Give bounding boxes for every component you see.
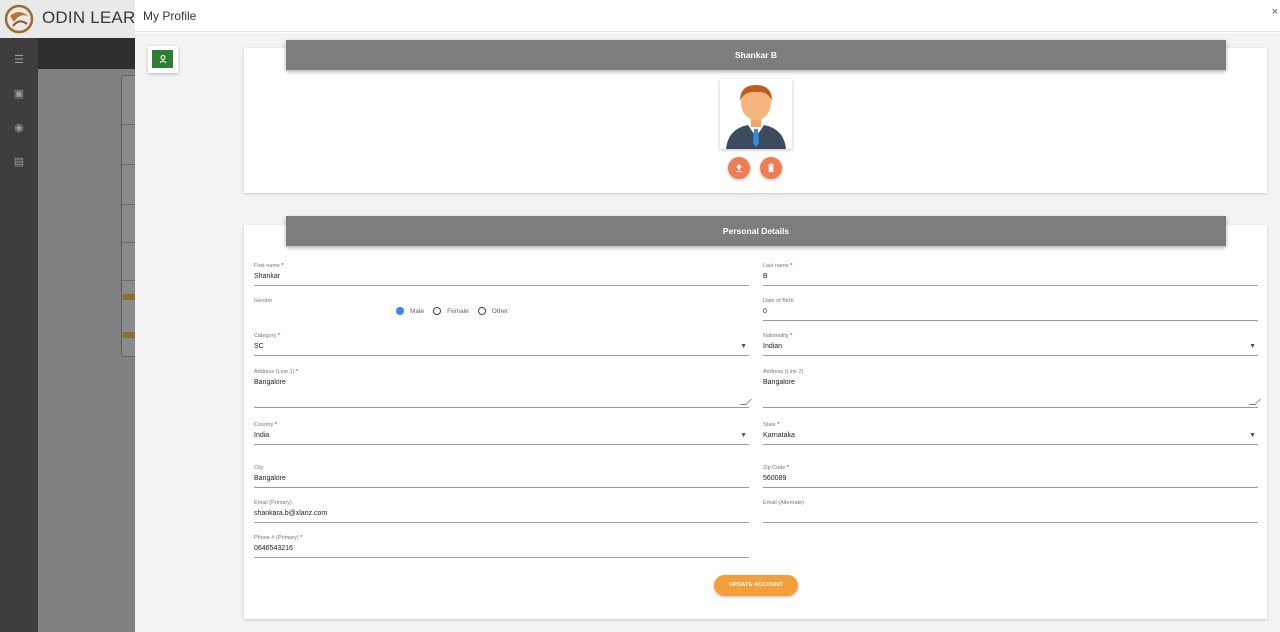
date-of-birth-field[interactable]: Date of Birth 0	[763, 298, 1258, 321]
modal-body: Shankar B Personal Details First name * …	[135, 33, 1280, 632]
gender-field: Gender Male Female Other	[254, 298, 749, 328]
gender-other-radio[interactable]: Other	[477, 307, 508, 315]
email-alternate-field[interactable]: Email (Alternate)	[763, 500, 1258, 523]
zip-code-value: 560089	[763, 475, 787, 482]
close-icon[interactable]: ×	[1272, 6, 1278, 18]
phone-primary-field[interactable]: Phone # (Primary) * 0646543216	[254, 535, 749, 558]
personal-details-card: Personal Details First name * Shankar La…	[244, 216, 1267, 619]
dashboard-icon: ◉	[14, 122, 24, 134]
update-account-button[interactable]: UPDATE ACCOUNT	[714, 575, 798, 596]
personal-details-header: Personal Details	[286, 216, 1226, 246]
nationality-value: Indian	[763, 343, 783, 350]
resize-handle-icon[interactable]	[740, 399, 752, 405]
list-icon: ☰	[14, 54, 24, 66]
nationality-select[interactable]: Nationality * Indian ▼	[763, 333, 1258, 356]
odin-logo-icon	[4, 4, 34, 34]
country-value: India	[254, 432, 270, 439]
country-select[interactable]: Country * India ▼	[254, 422, 749, 445]
modal-title: My Profile	[143, 9, 197, 23]
my-profile-modal: My Profile × Shankar B Personal Details …	[135, 0, 1280, 632]
screen-icon: ▤	[13, 156, 25, 168]
dropdown-arrow-icon: ▼	[1249, 343, 1256, 350]
upload-icon	[736, 164, 742, 172]
email-alternate-value	[763, 507, 1258, 519]
address-line2-field[interactable]: Address (Line 2) Bangalore	[763, 369, 1261, 408]
background-tag	[123, 294, 135, 300]
state-select[interactable]: State * Karnataka ▼	[763, 422, 1258, 445]
category-select[interactable]: Category * SC ▼	[254, 333, 749, 356]
phone-primary-value: 0646543216	[254, 545, 293, 552]
profile-card: Shankar B	[244, 40, 1267, 193]
address-line1-field[interactable]: Address (Line 1) * Bangalore	[254, 369, 752, 408]
zip-code-field[interactable]: Zip Code * 560089	[763, 465, 1258, 488]
first-name-value: Shankar	[254, 273, 281, 280]
modal-header: My Profile ×	[135, 0, 1280, 32]
calendar-icon: ▣	[13, 88, 25, 100]
profile-tab-button[interactable]	[148, 46, 178, 73]
date-of-birth-value: 0	[763, 308, 767, 315]
trash-icon	[768, 163, 774, 172]
dropdown-arrow-icon: ▼	[740, 432, 747, 439]
profile-avatar	[720, 79, 792, 149]
category-value: SC	[254, 343, 264, 350]
gender-female-radio[interactable]: Female	[433, 307, 469, 315]
email-primary-value: shankara.b@xlanz.com	[254, 510, 328, 517]
last-name-field[interactable]: Last name * B	[763, 263, 1258, 286]
email-primary-field[interactable]: Email (Primary) shankara.b@xlanz.com	[254, 500, 749, 523]
first-name-field[interactable]: First name * Shankar	[254, 263, 749, 286]
dropdown-arrow-icon: ▼	[740, 343, 747, 350]
last-name-value: B	[763, 273, 768, 280]
background-sidebar: ☰ ▣ ◉ ▤	[0, 38, 38, 632]
state-value: Karnataka	[763, 432, 795, 439]
gender-label: Gender	[254, 298, 273, 304]
address-line2-value: Bangalore	[763, 379, 795, 386]
dropdown-arrow-icon: ▼	[1249, 432, 1256, 439]
upload-photo-button[interactable]	[728, 157, 750, 179]
gender-male-radio[interactable]: Male	[396, 307, 424, 315]
gender-radio-group: Male Female Other	[396, 307, 517, 315]
profile-name-header: Shankar B	[286, 40, 1226, 70]
resize-handle-icon[interactable]	[1249, 399, 1261, 405]
city-value: Bangalore	[254, 475, 286, 482]
address-line1-value: Bangalore	[254, 379, 286, 386]
avatar-image	[726, 85, 786, 149]
user-badge-icon	[152, 50, 173, 68]
background-tag	[123, 332, 135, 338]
city-field[interactable]: City Bangalore	[254, 465, 749, 488]
delete-photo-button[interactable]	[760, 157, 782, 179]
